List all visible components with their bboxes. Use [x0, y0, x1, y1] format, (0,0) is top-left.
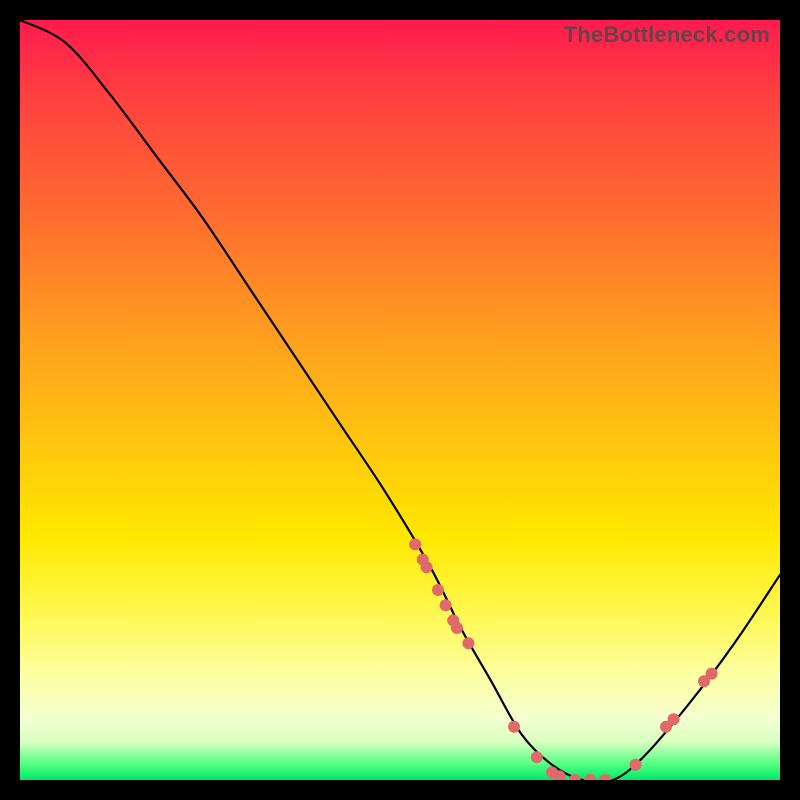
curve-marker: [706, 668, 718, 680]
curve-marker: [554, 770, 566, 780]
curve-marker: [668, 713, 680, 725]
curve-marker: [447, 614, 459, 626]
curve-marker: [531, 751, 543, 763]
curve-marker: [660, 721, 672, 733]
curve-marker: [462, 637, 474, 649]
bottleneck-curve: [20, 20, 780, 780]
curve-marker: [440, 599, 452, 611]
curve-marker: [584, 774, 596, 780]
curve-marker: [698, 675, 710, 687]
curve-marker: [546, 766, 558, 778]
curve-marker: [569, 774, 581, 780]
curve-markers: [409, 538, 717, 780]
watermark-label: TheBottleneck.com: [564, 22, 770, 48]
curve-marker: [451, 622, 463, 634]
curve-marker: [417, 554, 429, 566]
curve-marker: [599, 774, 611, 780]
curve-marker: [508, 721, 520, 733]
chart-svg: [20, 20, 780, 780]
curve-marker: [630, 759, 642, 771]
curve-marker: [421, 561, 433, 573]
curve-marker: [409, 538, 421, 550]
curve-marker: [432, 584, 444, 596]
chart-plot-area: TheBottleneck.com: [20, 20, 780, 780]
